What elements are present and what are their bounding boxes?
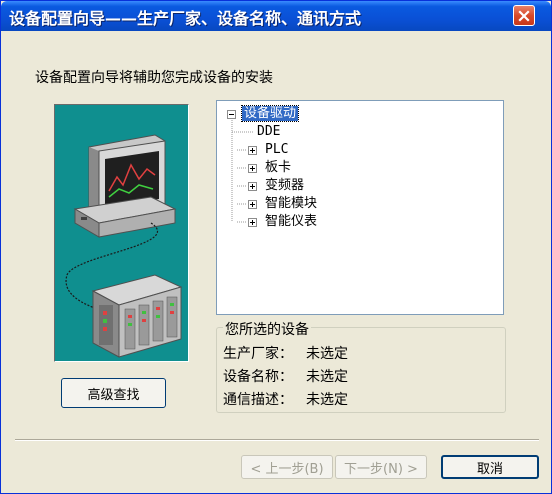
tree-item-label: PLC — [265, 142, 289, 157]
close-icon — [518, 9, 530, 22]
expand-icon[interactable] — [248, 200, 257, 209]
tree-item-plc[interactable]: PLC — [265, 141, 288, 159]
tree-item-label: 板卡 — [265, 160, 292, 175]
advanced-search-button[interactable]: 高级查找 — [61, 378, 166, 408]
tree-item-dde[interactable]: DDE — [257, 123, 280, 141]
title-bar[interactable]: 设备配置向导——生产厂家、设备名称、通讯方式 — [1, 1, 551, 31]
computer-device-illustration — [65, 134, 183, 358]
expand-icon[interactable] — [248, 146, 257, 155]
manufacturer-label: 生产厂家： — [223, 346, 293, 362]
tree-root-node[interactable]: 设备驱动 — [240, 105, 300, 123]
tree-root-label: 设备驱动 — [240, 105, 300, 122]
next-label: 下一步(N) > — [344, 461, 418, 477]
tree-item-inverter[interactable]: 变频器 — [265, 177, 304, 195]
comm-description-label: 通信描述： — [223, 392, 293, 408]
cancel-button[interactable]: 取消 — [441, 455, 539, 479]
cancel-label: 取消 — [476, 461, 503, 477]
back-label: < 上一步(B) — [250, 461, 324, 477]
back-button[interactable]: < 上一步(B) — [241, 455, 333, 479]
tree-item-board[interactable]: 板卡 — [265, 159, 291, 177]
expand-icon[interactable] — [248, 164, 257, 173]
selected-device-legend: 您所选的设备 — [223, 319, 311, 339]
device-illustration — [54, 104, 189, 362]
tree-item-label: 智能仪表 — [265, 214, 318, 229]
device-rack-icon — [91, 274, 183, 358]
device-driver-tree[interactable]: 设备驱动 DDE PLC 板卡 变频器 智能模块 智能仪表 — [216, 100, 504, 315]
wizard-window: 设备配置向导——生产厂家、设备名称、通讯方式 设备配置向导将辅助您完成设备的安装 — [0, 0, 552, 494]
expand-icon[interactable] — [248, 218, 257, 227]
device-name-value: 未选定 — [306, 369, 348, 385]
next-button[interactable]: 下一步(N) > — [335, 455, 427, 479]
separator — [15, 439, 539, 441]
tree-item-smart-module[interactable]: 智能模块 — [265, 195, 317, 213]
comm-description-value: 未选定 — [306, 392, 348, 408]
advanced-search-label: 高级查找 — [87, 387, 140, 403]
close-button[interactable] — [513, 5, 535, 26]
tree-item-label: 变频器 — [265, 178, 305, 193]
expand-icon[interactable] — [248, 182, 257, 191]
window-title: 设备配置向导——生产厂家、设备名称、通讯方式 — [9, 9, 362, 28]
tree-item-label: 智能模块 — [265, 196, 318, 211]
collapse-icon[interactable] — [227, 110, 236, 119]
tree-item-label: DDE — [257, 124, 281, 139]
manufacturer-value: 未选定 — [306, 346, 348, 362]
wizard-description: 设备配置向导将辅助您完成设备的安装 — [35, 70, 273, 86]
tree-item-smart-meter[interactable]: 智能仪表 — [265, 213, 317, 231]
device-name-label: 设备名称： — [223, 369, 293, 385]
